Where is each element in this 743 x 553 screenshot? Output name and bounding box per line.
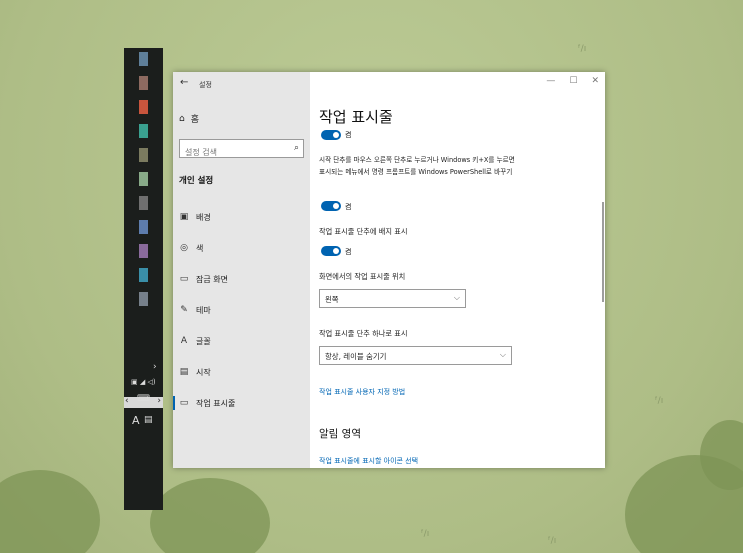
- bush-decoration: [0, 470, 100, 553]
- scroll-right-icon[interactable]: ›: [157, 396, 161, 406]
- home-label: 홈: [190, 115, 199, 125]
- settings-search[interactable]: ⌕: [179, 139, 304, 161]
- palette-icon: ◎: [180, 243, 188, 253]
- taskbar-icon: ▭: [179, 398, 189, 408]
- grass-mark: ᶠ/ı: [548, 536, 557, 546]
- taskbar-app-icon[interactable]: [139, 124, 148, 138]
- sidebar-item-label: 글꼴: [196, 336, 211, 346]
- taskbar-app-icon[interactable]: [139, 196, 148, 210]
- taskbar: ‹ › › ▣ ◢ ◁) ⌨ A ▤: [124, 48, 163, 510]
- settings-sidebar: ← 설정 ⌂ 홈 ⌕ 개인 설정 ▣배경◎색▭잠금 화면✎테마A글꼴▤시작▭작업…: [173, 72, 310, 468]
- position-select-value: 왼쪽: [325, 295, 339, 304]
- home-nav-item[interactable]: ⌂ 홈: [179, 112, 199, 126]
- sidebar-item-6[interactable]: ▤ 시작: [173, 361, 310, 383]
- sidebar-item-label: 배경: [196, 212, 211, 222]
- font-icon: A: [180, 336, 188, 346]
- search-input[interactable]: [180, 144, 280, 161]
- section-heading: 개인 설정: [179, 176, 214, 186]
- badge-toggle[interactable]: [321, 246, 341, 256]
- maximize-button[interactable]: ☐: [569, 76, 577, 86]
- lock-screen-icon: ▭: [179, 274, 189, 284]
- position-select[interactable]: 왼쪽 ⌵: [319, 289, 466, 308]
- sidebar-item-7[interactable]: ▭ 작업 표시줄: [173, 392, 310, 414]
- powershell-toggle-state: 켬: [345, 203, 352, 211]
- taskbar-app-icon[interactable]: [139, 100, 148, 114]
- powershell-toggle[interactable]: [321, 201, 341, 211]
- search-icon[interactable]: ⌕: [294, 143, 299, 153]
- combine-select-value: 항상, 레이블 숨기기: [325, 352, 387, 361]
- start-icon: ▤: [179, 367, 189, 377]
- taskbar-app-icon[interactable]: [139, 268, 148, 282]
- expand-icon[interactable]: ›: [153, 362, 157, 372]
- settings-content: — ☐ ✕ 작업 표시줄 켬 시작 단추를 마우스 오른쪽 단추로 누르거나 W…: [310, 72, 605, 468]
- theme-icon: ✎: [180, 305, 188, 315]
- badge-toggle-state: 켬: [345, 248, 352, 256]
- grass-mark: ᶠ/ı: [421, 529, 430, 539]
- bush-decoration: [150, 478, 270, 553]
- taskbar-app-icon[interactable]: [139, 172, 148, 186]
- window-title: 설정: [199, 81, 212, 89]
- sidebar-item-4[interactable]: ✎ 테마: [173, 299, 310, 321]
- select-icons-link[interactable]: 작업 표시줄에 표시할 아이콘 선택: [319, 456, 418, 466]
- top-toggle[interactable]: [321, 130, 341, 140]
- taskbar-app-icon[interactable]: [139, 292, 148, 306]
- taskbar-app-icon[interactable]: [139, 220, 148, 234]
- home-icon: ⌂: [179, 113, 185, 124]
- picture-icon: ▣: [179, 212, 189, 222]
- sidebar-item-1[interactable]: ▣ 배경: [173, 206, 310, 228]
- sidebar-item-label: 잠금 화면: [196, 274, 228, 284]
- sidebar-item-5[interactable]: A 글꼴: [173, 330, 310, 352]
- ime-indicator[interactable]: A: [132, 414, 140, 427]
- notification-icon[interactable]: ▤: [144, 415, 153, 425]
- page-title: 작업 표시줄: [319, 108, 393, 126]
- settings-window: ← 설정 ⌂ 홈 ⌕ 개인 설정 ▣배경◎색▭잠금 화면✎테마A글꼴▤시작▭작업…: [173, 72, 605, 468]
- grass-mark: ᶠ/ı: [655, 396, 664, 406]
- notification-area-heading: 알림 영역: [319, 428, 361, 440]
- sidebar-item-2[interactable]: ◎ 색: [173, 237, 310, 259]
- window-controls: — ☐ ✕: [546, 76, 599, 86]
- powershell-description: 시작 단추를 마우스 오른쪽 단추로 누르거나 Windows 키+X를 누르면…: [319, 156, 515, 176]
- taskbar-app-icon[interactable]: [139, 52, 148, 66]
- scroll-left-icon[interactable]: ‹: [125, 396, 129, 406]
- grass-mark: ᶠ/ı: [578, 44, 587, 54]
- chevron-down-icon: ⌵: [453, 293, 460, 302]
- taskbar-app-icon[interactable]: [139, 148, 148, 162]
- badge-label: 작업 표시줄 단추에 배지 표시: [319, 227, 408, 236]
- sidebar-item-3[interactable]: ▭ 잠금 화면: [173, 268, 310, 290]
- position-label: 화면에서의 작업 표시줄 위치: [319, 272, 406, 281]
- customize-taskbar-link[interactable]: 작업 표시줄 사용자 지정 방법: [319, 387, 405, 397]
- back-arrow-icon[interactable]: ←: [180, 77, 188, 88]
- minimize-button[interactable]: —: [546, 76, 555, 86]
- chevron-down-icon: ⌵: [499, 350, 506, 359]
- sidebar-item-label: 시작: [196, 367, 211, 377]
- sidebar-item-label: 색: [196, 243, 204, 253]
- combine-label: 작업 표시줄 단추 하나로 표시: [319, 329, 408, 338]
- combine-select[interactable]: 항상, 레이블 숨기기 ⌵: [319, 346, 512, 365]
- top-toggle-state: 켬: [345, 131, 352, 139]
- taskbar-app-icon[interactable]: [139, 244, 148, 258]
- sidebar-item-label: 테마: [196, 305, 211, 315]
- keyboard-icon[interactable]: ⌨: [137, 394, 150, 404]
- close-button[interactable]: ✕: [591, 76, 599, 86]
- system-tray-icons[interactable]: ▣ ◢ ◁): [131, 378, 156, 386]
- sidebar-item-label: 작업 표시줄: [196, 398, 236, 408]
- taskbar-app-icon[interactable]: [139, 76, 148, 90]
- content-scrollbar[interactable]: [602, 202, 604, 302]
